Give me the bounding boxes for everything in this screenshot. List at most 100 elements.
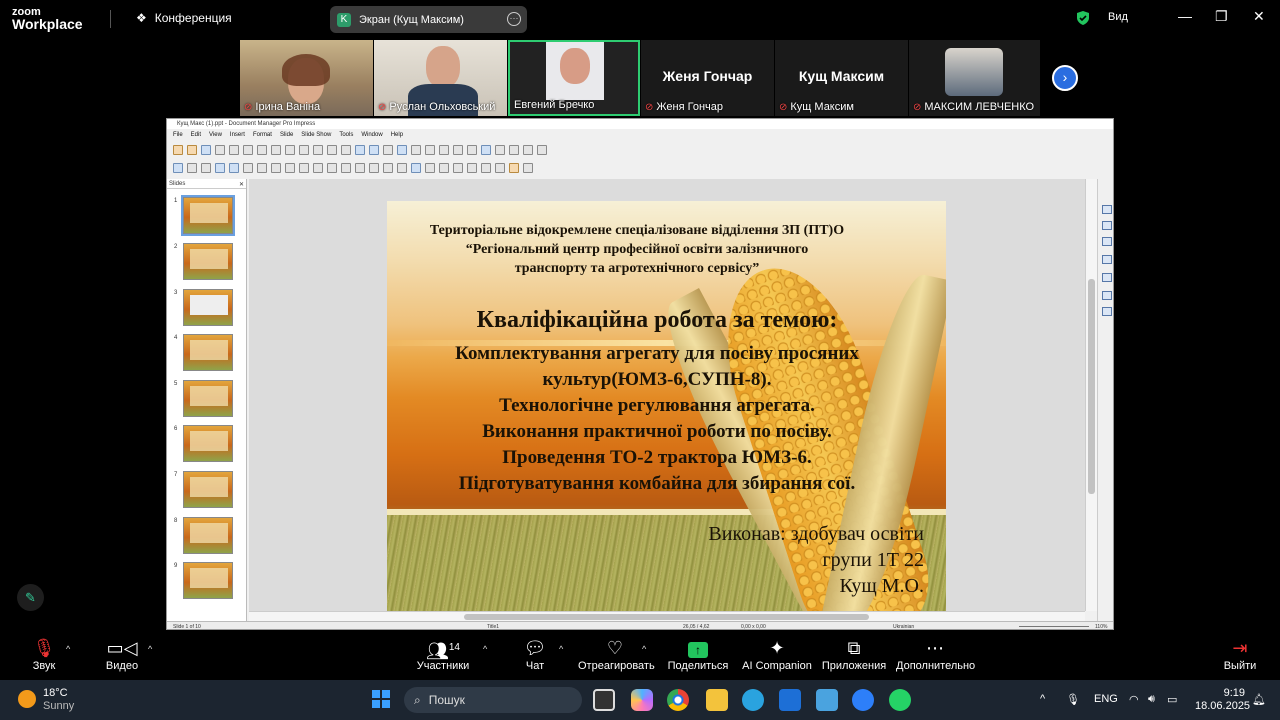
print-icon[interactable] (229, 145, 239, 155)
save-icon[interactable] (201, 145, 211, 155)
vertical-scrollbar[interactable] (1085, 179, 1097, 611)
master-slides-icon[interactable] (1102, 255, 1112, 264)
rotate-icon[interactable] (425, 163, 435, 173)
participant-tile[interactable]: ⊘ Ірина Ваніна (240, 40, 373, 116)
menu-insert[interactable]: Insert (230, 129, 245, 141)
copy-icon[interactable] (257, 145, 267, 155)
more-options-icon[interactable]: ··· (507, 12, 521, 26)
ellipse-icon[interactable] (271, 163, 281, 173)
stars-icon[interactable] (397, 163, 407, 173)
interaction-icon[interactable] (509, 163, 519, 173)
maximize-button[interactable]: ❐ (1215, 8, 1228, 25)
menu-file[interactable]: File (173, 129, 183, 141)
zoom-pan-icon[interactable] (187, 163, 197, 173)
meeting-tab[interactable]: ❖ Конференция (136, 11, 232, 25)
status-language[interactable]: Ukrainian (893, 622, 914, 629)
paste-icon[interactable] (271, 145, 281, 155)
rectangle-icon[interactable] (257, 163, 267, 173)
slide-thumbnail[interactable]: 2 (174, 243, 233, 280)
slide-thumbnail[interactable]: 5 (174, 380, 233, 417)
slide-show-icon[interactable] (537, 145, 547, 155)
align-icon[interactable] (439, 163, 449, 173)
taskbar-search[interactable]: ⌕ Пошук (404, 687, 582, 713)
snipping-tool-icon[interactable] (816, 689, 838, 711)
redo-icon[interactable] (313, 145, 323, 155)
volume-icon[interactable]: 🔊︎ (1148, 693, 1155, 706)
curve-icon[interactable] (299, 163, 309, 173)
whatsapp-icon[interactable] (889, 689, 911, 711)
view-menu[interactable]: Вид (1108, 11, 1128, 23)
cut-icon[interactable] (243, 145, 253, 155)
minimize-button[interactable]: — (1178, 8, 1192, 24)
horizontal-scrollbar[interactable] (249, 611, 1085, 621)
participants-button[interactable]: 👥︎14 Участники (413, 636, 473, 672)
audio-options-caret[interactable]: ^ (66, 644, 70, 654)
slide-thumbnail[interactable]: 4 (174, 334, 233, 371)
select-arrow-icon[interactable] (173, 163, 183, 173)
participants-options-caret[interactable]: ^ (483, 644, 487, 654)
slide-thumbnail[interactable]: 9 (174, 562, 233, 599)
crop-icon[interactable] (481, 163, 491, 173)
export-pdf-icon[interactable] (215, 145, 225, 155)
display-grid-icon[interactable] (341, 145, 351, 155)
chart-icon[interactable] (411, 145, 421, 155)
shadow-icon[interactable] (467, 163, 477, 173)
zoom-icon[interactable] (481, 145, 491, 155)
menu-slide[interactable]: Slide (280, 129, 293, 141)
line-color-icon[interactable] (215, 163, 225, 173)
slide-thumbnail[interactable]: 8 (174, 517, 233, 554)
line-icon[interactable] (243, 163, 253, 173)
scroll-thumb[interactable] (464, 614, 869, 620)
flowchart-icon[interactable] (369, 163, 379, 173)
slide-thumbnail[interactable]: 3 (174, 289, 233, 326)
participant-tile[interactable]: Кущ Максим ⊘ Кущ Максим (775, 40, 908, 116)
task-view-icon[interactable] (593, 689, 615, 711)
display-views-icon[interactable] (355, 145, 365, 155)
taskbar-clock[interactable]: 9:19 18.06.2025 (1195, 687, 1250, 713)
next-page-button[interactable]: › (1052, 65, 1078, 91)
tray-overflow-icon[interactable]: ^ (1040, 693, 1045, 705)
participant-tile-active-speaker[interactable]: Евгений Бречко (508, 40, 640, 116)
chrome-icon[interactable] (667, 689, 689, 711)
menu-edit[interactable]: Edit (191, 129, 201, 141)
block-arrows-icon[interactable] (355, 163, 365, 173)
filter-icon[interactable] (495, 163, 505, 173)
windows-start-icon[interactable] (371, 689, 391, 709)
weather-sun-icon[interactable] (18, 690, 36, 708)
arrow-line-icon[interactable] (285, 163, 295, 173)
slide-thumbnail[interactable]: 7 (174, 471, 233, 508)
chat-options-caret[interactable]: ^ (559, 644, 563, 654)
more-button[interactable]: ⋯ Дополнительно (896, 636, 975, 672)
image-icon[interactable] (397, 145, 407, 155)
menu-tools[interactable]: Tools (339, 129, 353, 141)
scroll-thumb[interactable] (1088, 279, 1095, 494)
basic-shapes-icon[interactable] (327, 163, 337, 173)
video-button[interactable]: ▭◁ Видео (100, 636, 144, 672)
text-icon[interactable] (201, 163, 211, 173)
menu-view[interactable]: View (209, 129, 222, 141)
microphone-icon[interactable]: 🎙︎ (1066, 693, 1080, 706)
arrange-icon[interactable] (453, 163, 463, 173)
textbox-icon[interactable] (425, 145, 435, 155)
fontwork-icon[interactable] (453, 145, 463, 155)
connector-icon[interactable] (313, 163, 323, 173)
slide-thumbnail[interactable]: 6 (174, 425, 233, 462)
video-options-caret[interactable]: ^ (148, 644, 152, 654)
annotate-pen-button[interactable]: ✎ (17, 584, 44, 611)
chat-button[interactable]: 💬︎ Чат (515, 636, 555, 672)
wifi-icon[interactable]: ◠ (1129, 693, 1139, 706)
ai-companion-button[interactable]: ✦ AI Companion (742, 636, 812, 672)
undo-icon[interactable] (299, 145, 309, 155)
slide-transition-icon[interactable] (1102, 221, 1112, 230)
react-options-caret[interactable]: ^ (642, 644, 646, 654)
participant-tile[interactable]: ⊘ Руслан Ольховський (374, 40, 507, 116)
slide-thumbnail[interactable]: 1 (174, 195, 235, 236)
leave-button[interactable]: ⇥ Выйти (1220, 636, 1260, 672)
menu-window[interactable]: Window (361, 129, 382, 141)
styles-icon[interactable] (1102, 273, 1112, 282)
audio-button[interactable]: 🎙︎ Звук (22, 636, 66, 672)
navigator-icon[interactable] (1102, 307, 1112, 316)
gallery-icon[interactable] (1102, 291, 1112, 300)
spellcheck-icon[interactable] (327, 145, 337, 155)
close-button[interactable]: ✕ (1253, 8, 1265, 25)
